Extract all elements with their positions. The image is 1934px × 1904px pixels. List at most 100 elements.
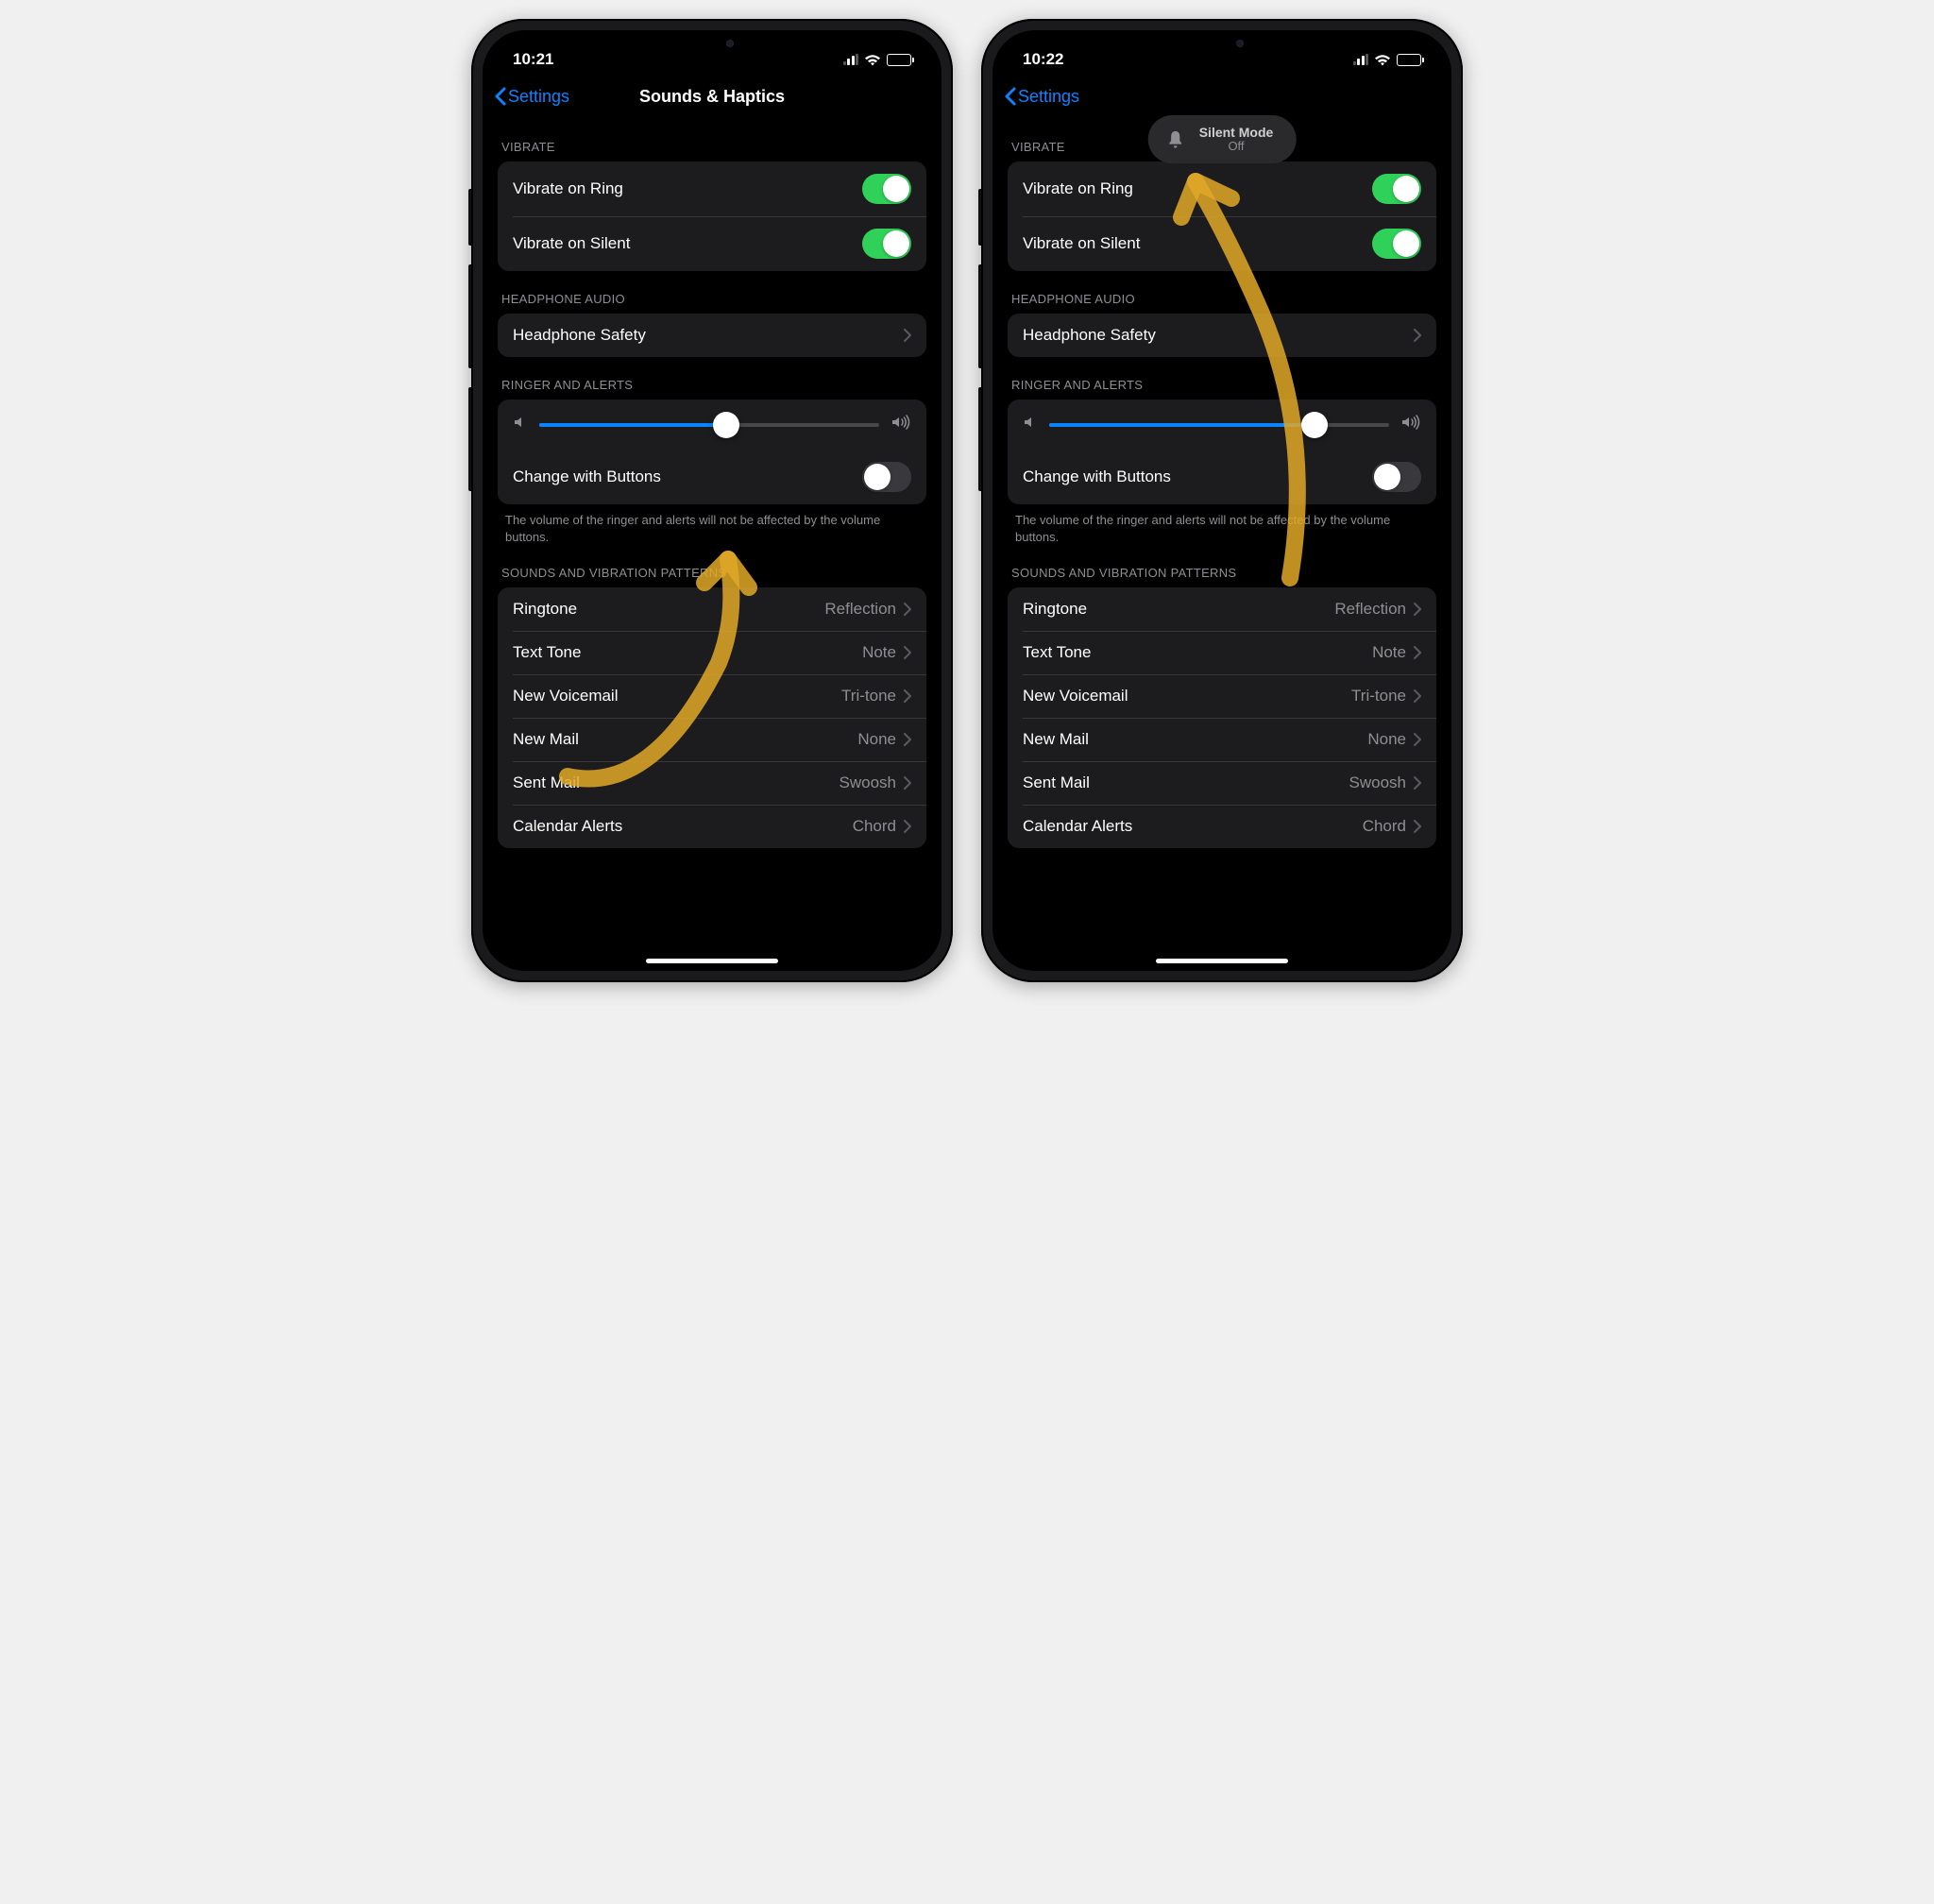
toggle-vibrate on silent[interactable] [1372,229,1421,259]
back-label: Settings [508,87,569,107]
row-label: Sent Mail [513,774,580,792]
toggle-change-with-buttons[interactable] [1372,462,1421,492]
pattern-row-text tone[interactable]: Text Tone Note [1008,631,1436,674]
change-with-buttons-row: Change with Buttons [1008,450,1436,504]
patterns-group: Ringtone Reflection Text Tone Note New V… [498,587,926,848]
row-label: New Mail [513,730,579,749]
battery-icon [887,54,911,66]
headphone-safety-row[interactable]: Headphone Safety [1008,314,1436,357]
back-label: Settings [1018,87,1079,107]
screen-left: 10:21 Settings Sounds & Haptics VIBRATE … [483,30,942,971]
bell-icon [1165,129,1186,150]
pattern-row-new voicemail[interactable]: New Voicemail Tri-tone [498,674,926,718]
cellular-icon [843,54,859,65]
section-header-ringer: RINGER AND ALERTS [498,357,926,400]
wifi-icon [1374,54,1391,66]
row-label: New Voicemail [1023,687,1128,706]
battery-icon [1397,54,1421,66]
row-value: Note [862,643,896,662]
speaker-high-icon [1400,415,1421,434]
row-label: Vibrate on Silent [1023,234,1140,253]
section-header-ringer: RINGER AND ALERTS [1008,357,1436,400]
toggle-change-with-buttons[interactable] [862,462,911,492]
status-time: 10:21 [513,50,553,69]
wifi-icon [864,54,881,66]
section-header-patterns: SOUNDS AND VIBRATION PATTERNS [498,545,926,587]
pattern-row-sent mail[interactable]: Sent Mail Swoosh [1008,761,1436,805]
ringer-group: Change with Buttons [1008,400,1436,504]
vibrate-group: Vibrate on Ring Vibrate on Silent [498,162,926,271]
row-label: Text Tone [1023,643,1091,662]
row-label: Vibrate on Ring [1023,179,1133,198]
row-value: Swoosh [1349,774,1406,792]
row-label: Change with Buttons [513,468,661,486]
row-label: Headphone Safety [513,326,646,345]
row-label: Headphone Safety [1023,326,1156,345]
settings-content[interactable]: VIBRATE Vibrate on Ring Vibrate on Silen… [992,119,1451,971]
home-indicator[interactable] [646,959,778,963]
pattern-row-calendar alerts[interactable]: Calendar Alerts Chord [498,805,926,848]
row-value: None [857,730,896,749]
toggle-vibrate on ring[interactable] [862,174,911,204]
row-value: Tri-tone [841,687,896,706]
section-header-headphone: HEADPHONE AUDIO [1008,271,1436,314]
row-value: Swoosh [840,774,896,792]
ringer-group: Change with Buttons [498,400,926,504]
headphone-group: Headphone Safety [1008,314,1436,357]
row-value: Tri-tone [1351,687,1406,706]
row-label: Vibrate on Ring [513,179,623,198]
row-value: Chord [1363,817,1406,836]
change-with-buttons-row: Change with Buttons [498,450,926,504]
toast-title: Silent Mode [1199,125,1274,140]
toast-subtitle: Off [1228,140,1244,154]
phone-left: 10:21 Settings Sounds & Haptics VIBRATE … [471,19,953,982]
nav-bar: Settings [992,76,1451,119]
speaker-low-icon [513,415,528,434]
toggle-vibrate on silent[interactable] [862,229,911,259]
pattern-row-calendar alerts[interactable]: Calendar Alerts Chord [1008,805,1436,848]
pattern-row-new mail[interactable]: New Mail None [498,718,926,761]
row-value: Reflection [824,600,896,619]
headphone-safety-row[interactable]: Headphone Safety [498,314,926,357]
cellular-icon [1353,54,1369,65]
pattern-row-ringtone[interactable]: Ringtone Reflection [1008,587,1436,631]
ringer-volume-slider[interactable] [539,423,879,427]
toggle-vibrate on ring[interactable] [1372,174,1421,204]
back-button[interactable]: Settings [494,87,569,107]
patterns-group: Ringtone Reflection Text Tone Note New V… [1008,587,1436,848]
vibrate-group: Vibrate on Ring Vibrate on Silent [1008,162,1436,271]
nav-bar: Settings Sounds & Haptics [483,76,942,119]
row-label: Sent Mail [1023,774,1090,792]
row-value: Note [1372,643,1406,662]
section-header-headphone: HEADPHONE AUDIO [498,271,926,314]
row-label: Text Tone [513,643,581,662]
row-label: Change with Buttons [1023,468,1171,486]
pattern-row-new voicemail[interactable]: New Voicemail Tri-tone [1008,674,1436,718]
ringer-volume-slider[interactable] [1049,423,1389,427]
section-header-patterns: SOUNDS AND VIBRATION PATTERNS [1008,545,1436,587]
row-value: Chord [853,817,896,836]
pattern-row-ringtone[interactable]: Ringtone Reflection [498,587,926,631]
row-value: None [1367,730,1406,749]
ringer-volume-slider-row [1008,400,1436,450]
silent-mode-toast: Silent Mode Off [1148,115,1297,163]
vibrate-row-1: Vibrate on Silent [498,216,926,271]
row-label: New Mail [1023,730,1089,749]
status-time: 10:22 [1023,50,1063,69]
row-label: Calendar Alerts [513,817,622,836]
headphone-group: Headphone Safety [498,314,926,357]
settings-content[interactable]: VIBRATE Vibrate on Ring Vibrate on Silen… [483,119,942,971]
section-header-vibrate: VIBRATE [498,119,926,162]
notch [1146,30,1298,57]
pattern-row-text tone[interactable]: Text Tone Note [498,631,926,674]
back-button[interactable]: Settings [1004,87,1079,107]
row-label: Vibrate on Silent [513,234,630,253]
speaker-high-icon [891,415,911,434]
home-indicator[interactable] [1156,959,1288,963]
pattern-row-new mail[interactable]: New Mail None [1008,718,1436,761]
phone-right: 10:22 Settings Silent Mode Off VIBRATE V… [981,19,1463,982]
pattern-row-sent mail[interactable]: Sent Mail Swoosh [498,761,926,805]
row-label: Calendar Alerts [1023,817,1132,836]
vibrate-row-1: Vibrate on Silent [1008,216,1436,271]
screen-right: 10:22 Settings Silent Mode Off VIBRATE V… [992,30,1451,971]
